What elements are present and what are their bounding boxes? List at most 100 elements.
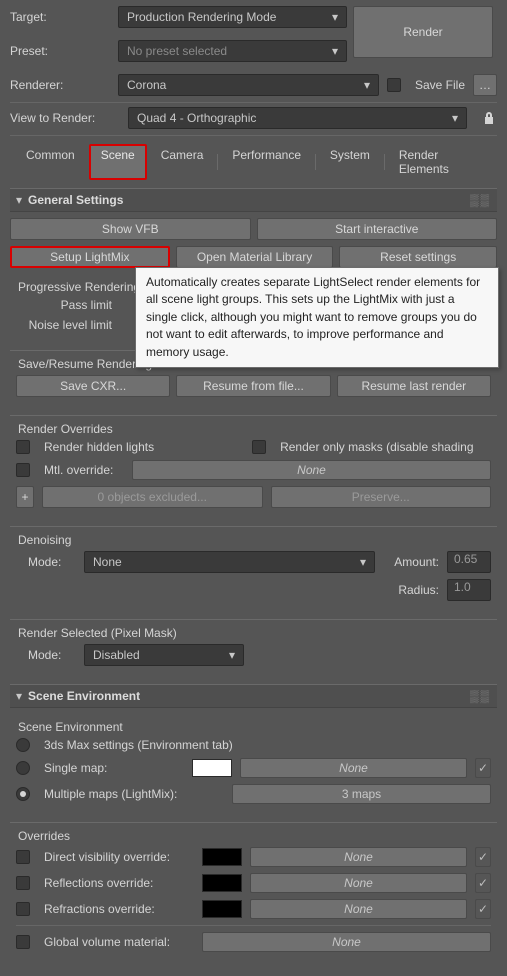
tab-system[interactable]: System	[316, 144, 384, 180]
renderer-label: Renderer:	[10, 78, 110, 92]
section-title: Scene Environment	[28, 689, 140, 703]
renderer-dropdown[interactable]: Corona ▾	[118, 74, 379, 96]
show-vfb-button[interactable]: Show VFB	[10, 218, 251, 240]
target-value: Production Rendering Mode	[127, 10, 276, 24]
add-excluded-button[interactable]: +	[16, 486, 34, 508]
chevron-down-icon: ▾	[332, 10, 338, 24]
pass-limit-label: Pass limit	[16, 298, 112, 312]
chevron-down-icon: ▾	[229, 648, 235, 662]
noise-level-label: Noise level limit	[16, 318, 112, 332]
collapse-icon: ▾	[16, 193, 22, 207]
scene-environment-header[interactable]: ▾ Scene Environment ▒▒	[10, 684, 497, 708]
preset-label: Preset:	[10, 44, 110, 58]
lock-icon[interactable]	[481, 110, 497, 126]
objects-excluded-button[interactable]: 0 objects excluded...	[42, 486, 263, 508]
tab-render-elements[interactable]: Render Elements	[385, 144, 497, 180]
single-map-toggle[interactable]: ✓	[475, 758, 491, 778]
global-volume-label: Global volume material:	[44, 935, 194, 949]
reflections-map-button[interactable]: None	[250, 873, 467, 893]
render-masks-label: Render only masks (disable shading	[280, 440, 473, 454]
tab-camera[interactable]: Camera	[147, 144, 218, 180]
chevron-down-icon: ▾	[332, 44, 338, 58]
preset-value: No preset selected	[127, 44, 227, 58]
reset-settings-button[interactable]: Reset settings	[339, 246, 497, 268]
global-volume-map-button[interactable]: None	[202, 932, 491, 952]
start-interactive-button[interactable]: Start interactive	[257, 218, 498, 240]
max-settings-radio[interactable]	[16, 738, 30, 752]
save-cxr-button[interactable]: Save CXR...	[16, 375, 170, 397]
denoising-mode-dropdown[interactable]: None ▾	[84, 551, 375, 573]
resume-from-file-button[interactable]: Resume from file...	[176, 375, 330, 397]
render-selected-mode-dropdown[interactable]: Disabled ▾	[84, 644, 244, 666]
direct-vis-map-button[interactable]: None	[250, 847, 467, 867]
global-volume-checkbox[interactable]	[16, 935, 30, 949]
mtl-override-label: Mtl. override:	[44, 463, 124, 477]
radius-label: Radius:	[383, 583, 439, 597]
multiple-maps-radio[interactable]	[16, 787, 30, 801]
chevron-down-icon: ▾	[360, 555, 366, 569]
drag-handle-icon: ▒▒	[470, 689, 491, 703]
render-button[interactable]: Render	[353, 6, 493, 58]
render-hidden-label: Render hidden lights	[44, 440, 154, 454]
reflections-label: Reflections override:	[44, 876, 194, 890]
open-material-library-button[interactable]: Open Material Library	[176, 246, 334, 268]
resume-last-button[interactable]: Resume last render	[337, 375, 491, 397]
chevron-down-icon: ▾	[364, 78, 370, 92]
direct-vis-swatch[interactable]	[202, 848, 242, 866]
target-dropdown[interactable]: Production Rendering Mode ▾	[118, 6, 347, 28]
amount-label: Amount:	[383, 555, 439, 569]
divider	[10, 102, 497, 103]
radius-spinner[interactable]: 1.0	[447, 579, 491, 601]
collapse-icon: ▾	[16, 689, 22, 703]
refractions-label: Refractions override:	[44, 902, 194, 916]
refractions-toggle[interactable]: ✓	[475, 899, 491, 919]
refractions-map-button[interactable]: None	[250, 899, 467, 919]
chevron-down-icon: ▾	[452, 111, 458, 125]
single-map-label: Single map:	[44, 761, 184, 775]
refractions-checkbox[interactable]	[16, 902, 30, 916]
save-file-checkbox[interactable]	[387, 78, 401, 92]
tab-performance[interactable]: Performance	[218, 144, 315, 180]
denoising-mode-value: None	[93, 555, 122, 569]
setup-lightmix-button[interactable]: Setup LightMix	[10, 246, 170, 268]
mtl-override-map-button[interactable]: None	[132, 460, 491, 480]
tabs: Common Scene Camera Performance System R…	[10, 140, 497, 184]
max-settings-label: 3ds Max settings (Environment tab)	[44, 738, 233, 752]
reflections-checkbox[interactable]	[16, 876, 30, 890]
renderer-value: Corona	[127, 78, 166, 92]
render-selected-mode-label: Mode:	[16, 648, 76, 662]
overrides-title: Overrides	[16, 827, 491, 847]
denoising-mode-label: Mode:	[16, 555, 76, 569]
direct-vis-checkbox[interactable]	[16, 850, 30, 864]
reflections-toggle[interactable]: ✓	[475, 873, 491, 893]
view-value: Quad 4 - Orthographic	[137, 111, 256, 125]
render-masks-checkbox[interactable]	[252, 440, 266, 454]
single-map-swatch[interactable]	[192, 759, 232, 777]
render-overrides-title: Render Overrides	[16, 420, 491, 440]
reflections-swatch[interactable]	[202, 874, 242, 892]
preset-dropdown[interactable]: No preset selected ▾	[118, 40, 347, 62]
direct-vis-toggle[interactable]: ✓	[475, 847, 491, 867]
view-label: View to Render:	[10, 111, 120, 125]
render-hidden-checkbox[interactable]	[16, 440, 30, 454]
render-selected-mode-value: Disabled	[93, 648, 140, 662]
denoising-title: Denoising	[16, 531, 491, 551]
target-label: Target:	[10, 10, 110, 24]
save-file-label: Save File	[415, 78, 465, 92]
more-button[interactable]: …	[473, 74, 497, 96]
single-map-radio[interactable]	[16, 761, 30, 775]
render-selected-title: Render Selected (Pixel Mask)	[16, 624, 491, 644]
tab-common[interactable]: Common	[12, 144, 89, 180]
single-map-button[interactable]: None	[240, 758, 467, 778]
tab-scene[interactable]: Scene	[89, 144, 147, 180]
multiple-maps-button[interactable]: 3 maps	[232, 784, 491, 804]
view-dropdown[interactable]: Quad 4 - Orthographic ▾	[128, 107, 467, 129]
scene-env-sub-title: Scene Environment	[16, 718, 491, 738]
general-settings-header[interactable]: ▾ General Settings ▒▒	[10, 188, 497, 212]
refractions-swatch[interactable]	[202, 900, 242, 918]
mtl-override-checkbox[interactable]	[16, 463, 30, 477]
amount-spinner[interactable]: 0.65	[447, 551, 491, 573]
multiple-maps-label: Multiple maps (LightMix):	[44, 787, 224, 801]
divider	[16, 925, 491, 926]
preserve-button[interactable]: Preserve...	[271, 486, 492, 508]
